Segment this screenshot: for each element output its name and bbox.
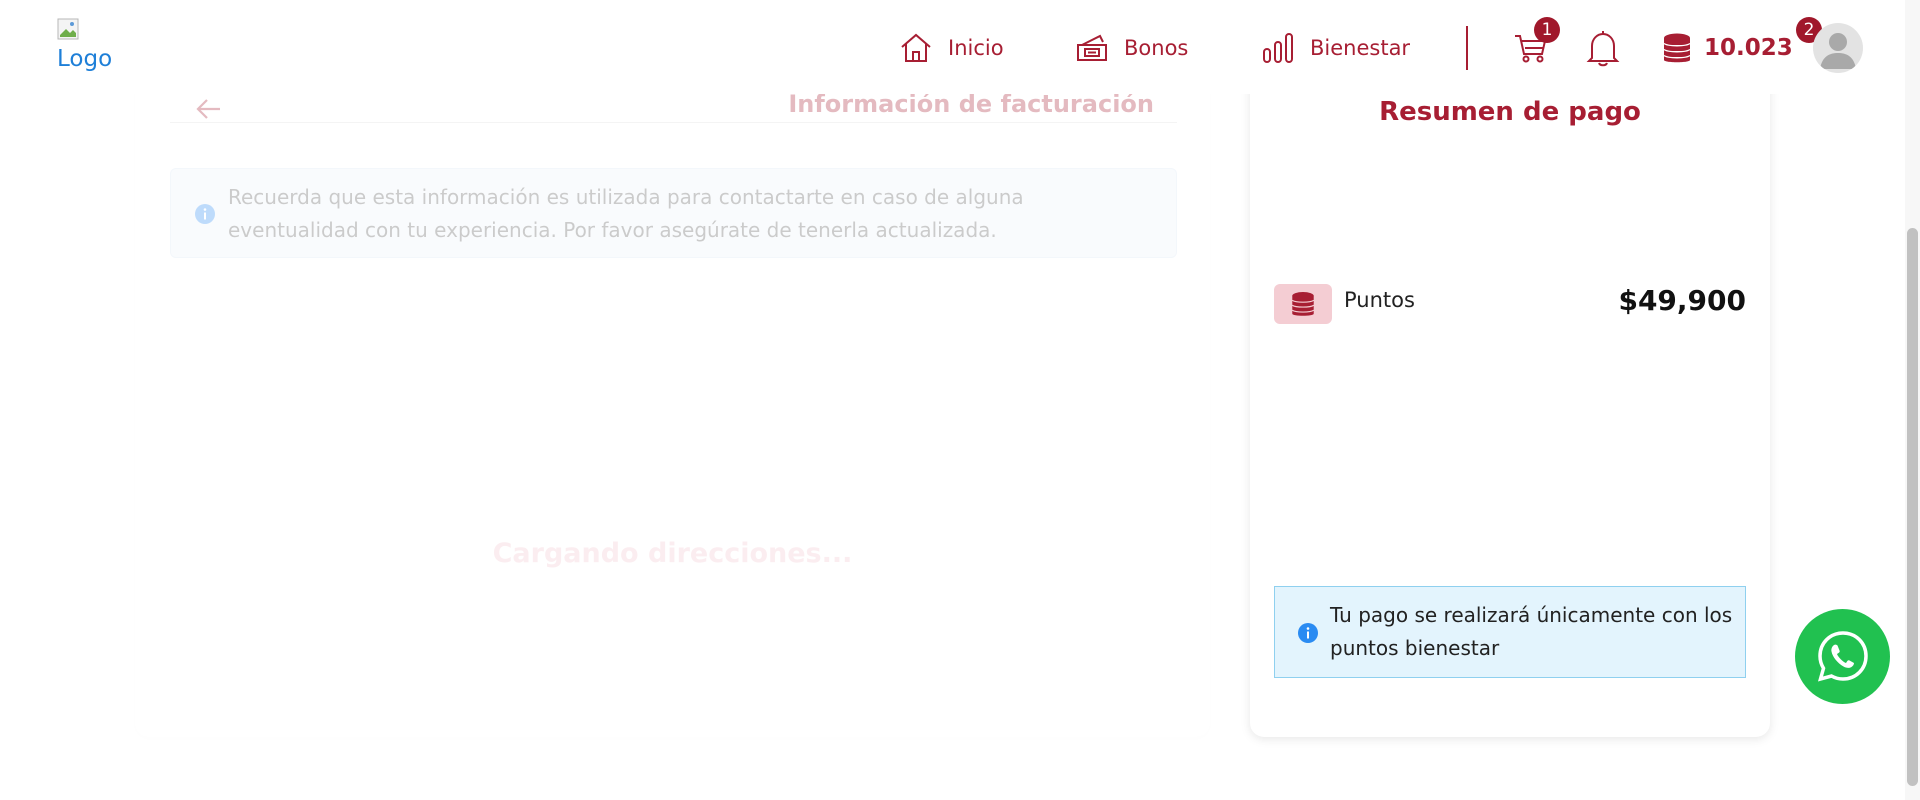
- payment-notice-text: Tu pago se realizará únicamente con los …: [1330, 603, 1733, 660]
- cart-badge: 1: [1534, 17, 1560, 43]
- nav-divider: [1466, 26, 1468, 70]
- user-silhouette-icon: [1820, 33, 1856, 69]
- notifications-button[interactable]: [1584, 28, 1624, 68]
- payment-amount: $49,900: [1618, 284, 1746, 317]
- home-icon: [901, 33, 931, 62]
- coins-stack-icon: [1663, 33, 1691, 63]
- nav-bienestar-label: Bienestar: [1310, 36, 1411, 60]
- avatar[interactable]: [1813, 23, 1863, 73]
- whatsapp-icon: [1817, 630, 1868, 682]
- logo-alt-text: Logo: [57, 46, 113, 72]
- billing-info-box: Recuerda que esta información es utiliza…: [170, 168, 1177, 258]
- scrollbar-thumb[interactable]: [1907, 228, 1918, 786]
- back-arrow-icon[interactable]: [195, 95, 223, 123]
- payment-method-row: Puntos $49,900: [1274, 284, 1746, 324]
- points-balance[interactable]: 10.023: [1660, 28, 1793, 68]
- payment-method-icon-box: [1274, 284, 1332, 324]
- cart-button[interactable]: 1: [1512, 17, 1560, 68]
- payment-notice: Tu pago se realizará únicamente con los …: [1274, 586, 1746, 678]
- ticket-icon: [1077, 34, 1107, 61]
- nav-bienestar[interactable]: Bienestar: [1260, 28, 1410, 68]
- divider: [170, 122, 1177, 123]
- loading-addresses-text: Cargando direcciones...: [492, 538, 853, 569]
- info-icon: [1298, 623, 1318, 643]
- bar-chart-icon: [1263, 33, 1293, 63]
- payment-summary-card: Resumen de pago Puntos $49,900 Tu pago s…: [1250, 60, 1770, 737]
- info-icon: [195, 204, 215, 224]
- payment-method-label: Puntos: [1344, 288, 1415, 312]
- billing-card: Información de facturación Recuerda que …: [135, 60, 1210, 737]
- broken-image-icon: [57, 18, 79, 40]
- summary-title: Resumen de pago: [1379, 97, 1641, 127]
- nav-bonos[interactable]: Bonos: [1074, 28, 1188, 68]
- billing-title: Información de facturación: [788, 90, 1154, 118]
- nav-bonos-label: Bonos: [1124, 36, 1189, 60]
- coins-stack-icon: [1291, 292, 1315, 316]
- nav-inicio[interactable]: Inicio: [898, 28, 1004, 68]
- billing-info-text: Recuerda que esta información es utiliza…: [228, 185, 1024, 242]
- nav-inicio-label: Inicio: [948, 36, 1004, 60]
- whatsapp-button[interactable]: [1795, 609, 1890, 704]
- top-header: Logo Inicio Bonos Bienestar 1 10.023 2: [0, 0, 1905, 94]
- logo[interactable]: Logo: [57, 18, 127, 78]
- bell-icon: [1586, 31, 1620, 67]
- points-value: 10.023: [1704, 35, 1793, 61]
